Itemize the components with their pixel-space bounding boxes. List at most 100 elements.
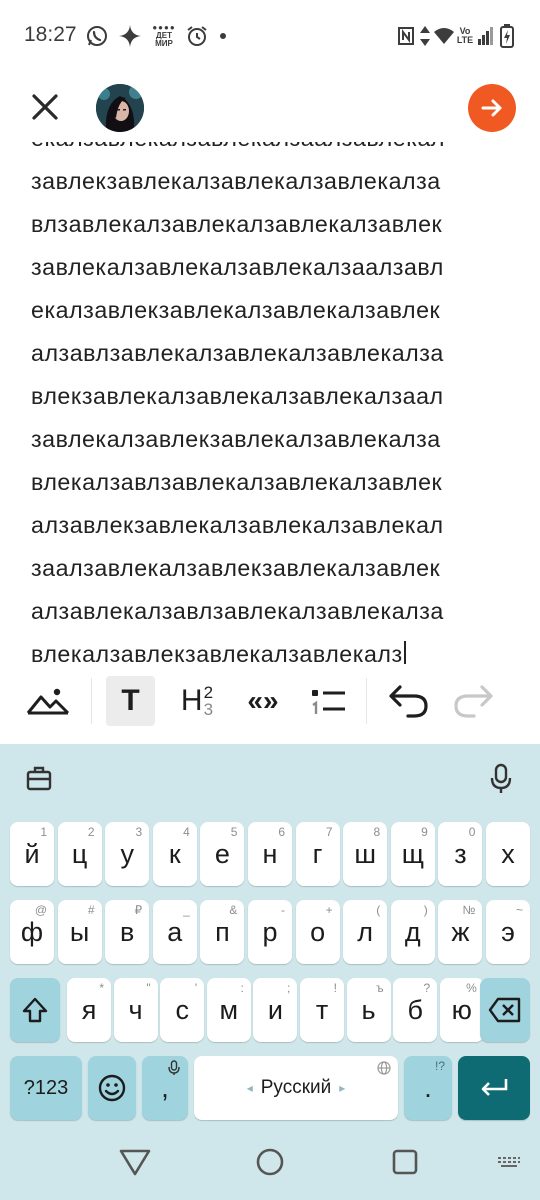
list-button[interactable] — [304, 676, 350, 726]
hide-keyboard-button[interactable] — [496, 1154, 522, 1172]
emoji-key[interactable] — [88, 1056, 136, 1120]
avatar-image — [96, 84, 144, 132]
shift-key[interactable] — [10, 978, 60, 1042]
backspace-icon — [488, 997, 521, 1023]
key-у[interactable]: у3 — [105, 822, 150, 886]
key-label: ы — [69, 916, 90, 947]
key-hint: ? — [423, 981, 431, 995]
post-text-editor[interactable]: екалзавлекалзавлекалзаалзавлекал завлекз… — [0, 142, 540, 664]
key-hint: 5 — [230, 825, 238, 839]
key-label: ч — [128, 994, 143, 1025]
battery-charging-icon — [498, 22, 516, 50]
key-label: с — [175, 994, 189, 1025]
enter-icon — [481, 1079, 508, 1096]
key-label: й — [24, 838, 40, 869]
key-щ[interactable]: щ9 — [390, 822, 435, 886]
quote-button[interactable]: «» — [236, 676, 290, 726]
key-ж[interactable]: ж № — [438, 900, 483, 964]
shift-icon — [22, 997, 48, 1023]
redo-icon — [454, 685, 493, 718]
key-с[interactable]: с ' — [160, 978, 205, 1042]
key-э[interactable]: э ~ — [486, 900, 530, 964]
key-label: п — [215, 916, 230, 947]
text-line: завлекалзавлекалзавлекалзаалзавл — [31, 254, 444, 280]
key-л[interactable]: л( — [343, 900, 388, 964]
next-button[interactable] — [468, 84, 516, 132]
key-й[interactable]: й1 — [10, 822, 54, 886]
keyboard: й1ц2у3к4е5н6г7ш8щ9з0х ф @ ы # в ₽ а _ п & р - о + л(д)… — [0, 744, 540, 1124]
key-ч[interactable]: ч " — [113, 978, 158, 1042]
redo-button[interactable] — [450, 676, 498, 726]
text-line: екалзавлекалзавлекалзаалзавлекал — [31, 142, 445, 152]
key-label: е — [214, 838, 230, 869]
key-д[interactable]: д) — [390, 900, 435, 964]
key-к[interactable]: к4 — [152, 822, 197, 886]
period-key[interactable]: . !? — [404, 1056, 452, 1120]
volte-text-2: LTE — [456, 35, 474, 45]
clipboard-button[interactable] — [22, 762, 56, 796]
text-style-button[interactable]: T — [106, 676, 155, 726]
key-б[interactable]: б? — [393, 978, 438, 1042]
key-ы[interactable]: ы # — [57, 900, 102, 964]
voice-input-button[interactable] — [484, 760, 518, 798]
key-е[interactable]: е5 — [200, 822, 245, 886]
key-о[interactable]: о + — [295, 900, 340, 964]
key-т[interactable]: т! — [300, 978, 344, 1042]
symbols-key[interactable]: ?123 — [10, 1056, 82, 1120]
key-р[interactable]: р- — [248, 900, 292, 964]
key-н[interactable]: н6 — [248, 822, 292, 886]
heading-button[interactable]: H 2 3 — [172, 676, 222, 726]
key-м[interactable]: м: — [206, 978, 251, 1042]
key-label: э — [501, 916, 515, 947]
heading-label: H — [180, 684, 203, 717]
text-line: екалзавлекзавлекалзавлекалзавлек — [31, 297, 441, 323]
key-hint: 7 — [325, 825, 333, 839]
recents-button[interactable] — [388, 1144, 422, 1180]
text-style-label: T — [121, 684, 140, 717]
text-line: алзавлзавлекалзавлекалзавлекалза — [31, 340, 444, 366]
key-ь[interactable]: ьъ — [346, 978, 391, 1042]
list-icon — [312, 690, 345, 714]
text-line-content: влекалзавлекзавлекалзавлекалз — [31, 641, 403, 664]
globe-icon — [377, 1061, 391, 1080]
insert-image-button[interactable] — [22, 676, 74, 726]
key-label: б — [407, 994, 423, 1025]
image-icon — [26, 688, 70, 715]
key-в[interactable]: в ₽ — [105, 900, 150, 964]
undo-button[interactable] — [384, 676, 432, 726]
key-з[interactable]: з0 — [438, 822, 483, 886]
key-ф[interactable]: ф @ — [10, 900, 54, 964]
space-key[interactable]: ◂ Русский ▸ — [194, 1056, 398, 1120]
key-label: н — [262, 838, 278, 869]
key-я[interactable]: я * — [67, 978, 111, 1042]
key-hint: # — [87, 903, 95, 917]
key-label: м — [219, 994, 239, 1025]
back-button[interactable] — [116, 1144, 154, 1180]
comma-key[interactable]: , — [142, 1056, 188, 1120]
key-х[interactable]: х — [486, 822, 530, 886]
key-п[interactable]: п & — [200, 900, 245, 964]
dot-icon — [216, 22, 230, 50]
key-hint: 8 — [373, 825, 381, 839]
key-ц[interactable]: ц2 — [57, 822, 102, 886]
sparkle-icon — [117, 22, 143, 50]
backspace-key[interactable] — [480, 978, 530, 1042]
avatar[interactable] — [96, 84, 144, 132]
volte-icon: Vo LTE — [455, 22, 475, 50]
home-button[interactable] — [252, 1144, 288, 1180]
key-label: ф — [20, 916, 44, 947]
whatsapp-icon — [84, 22, 110, 50]
home-circle-icon — [256, 1148, 284, 1176]
key-hint: & — [229, 903, 238, 917]
space-right-arrow: ▸ — [339, 1081, 346, 1095]
key-а[interactable]: а _ — [152, 900, 197, 964]
microphone-icon — [490, 763, 512, 793]
key-ю[interactable]: ю% — [439, 978, 484, 1042]
enter-key[interactable] — [458, 1056, 530, 1120]
key-label: д — [404, 916, 421, 947]
key-г[interactable]: г7 — [295, 822, 340, 886]
key-и[interactable]: и; — [253, 978, 298, 1042]
key-hint: : — [240, 981, 244, 995]
close-button[interactable] — [26, 88, 64, 126]
key-ш[interactable]: ш8 — [343, 822, 388, 886]
